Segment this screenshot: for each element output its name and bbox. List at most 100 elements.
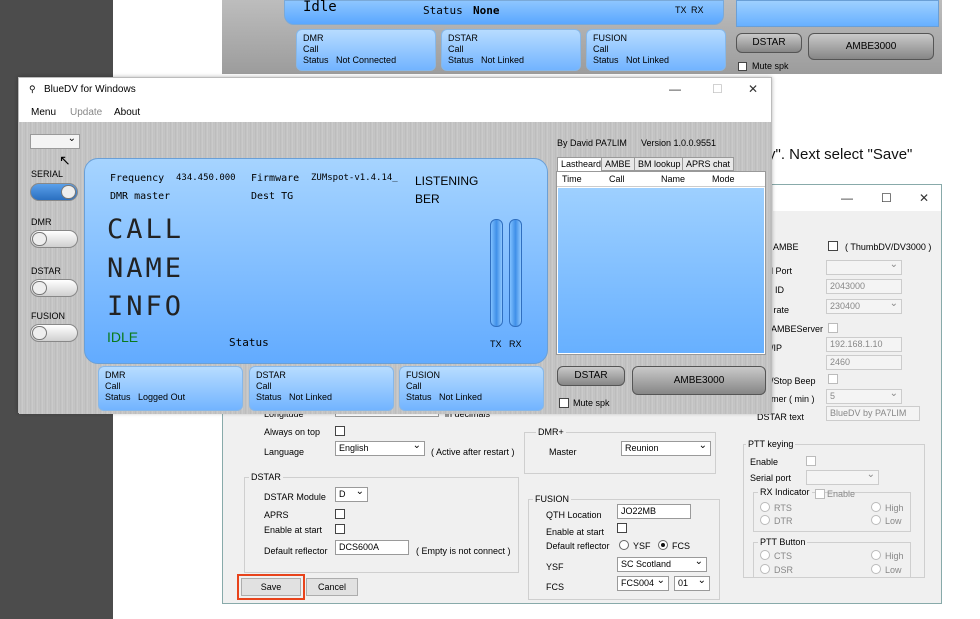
id-input[interactable]: 2043000 xyxy=(826,279,902,294)
serial-port-select[interactable] xyxy=(826,260,902,275)
fcs-radio-label: FCS xyxy=(672,541,690,551)
port-input[interactable]: 2460 xyxy=(826,355,902,370)
tab-bm-lookup[interactable]: BM lookup xyxy=(634,157,685,171)
ber-label: BER xyxy=(415,192,440,206)
ysf-select[interactable]: SC Scotland xyxy=(617,557,707,572)
cancel-button[interactable]: Cancel xyxy=(306,578,358,596)
close-icon[interactable]: ✕ xyxy=(919,191,929,205)
rx-meter xyxy=(509,219,522,327)
listening-label: LISTENING xyxy=(415,174,479,188)
ambeserver-checkbox[interactable] xyxy=(828,323,838,333)
bg-dmr-title: DMR xyxy=(303,33,324,43)
lastheard-grid: Time Call Name Mode xyxy=(556,171,766,355)
bg-fusion-panel: FUSION Call Status Not Linked xyxy=(586,29,726,71)
tab-ambe[interactable]: AMBE xyxy=(601,157,635,171)
name-display: NAME xyxy=(107,253,185,284)
high2-radio[interactable] xyxy=(871,550,881,560)
default-reflector-input[interactable]: DCS600A xyxy=(335,540,409,555)
document-instruction-text: y". Next select "Save" xyxy=(768,146,913,163)
close-icon[interactable]: ✕ xyxy=(748,82,758,96)
ip-label: /IP xyxy=(771,343,783,353)
dstar-module-select[interactable]: D xyxy=(335,487,368,502)
rx-enable-checkbox[interactable] xyxy=(815,489,825,499)
high-label: High xyxy=(885,503,904,513)
beep-checkbox[interactable] xyxy=(828,374,838,384)
serial-toggle[interactable] xyxy=(30,183,78,201)
dstar-enable-start-label: Enable at start xyxy=(264,525,323,535)
menu-item-about[interactable]: About xyxy=(114,107,140,118)
dstar-label: DSTAR xyxy=(31,266,61,276)
dtr-radio[interactable] xyxy=(760,515,770,525)
minimize-icon[interactable]: — xyxy=(841,191,853,205)
ysf-radio[interactable] xyxy=(619,540,629,550)
dstar-enable-start-checkbox[interactable] xyxy=(335,524,345,534)
minimize-icon[interactable]: — xyxy=(669,82,681,96)
dstar-panel-title: DSTAR xyxy=(256,370,286,380)
grid-header: Time Call Name Mode xyxy=(557,172,765,187)
dsr-radio[interactable] xyxy=(760,564,770,574)
maximize-icon[interactable]: ☐ xyxy=(881,191,892,205)
language-select[interactable]: English xyxy=(335,441,425,456)
fcs-number-select[interactable]: 01 xyxy=(674,576,710,591)
dstar-button[interactable]: DSTAR xyxy=(557,366,625,386)
reflector-note: ( Empty is not connect ) xyxy=(416,546,511,556)
dmr-toggle[interactable] xyxy=(30,230,78,248)
ptt-enable-checkbox[interactable] xyxy=(806,456,816,466)
col-call[interactable]: Call xyxy=(609,174,625,184)
bg-mute-checkbox[interactable] xyxy=(738,62,747,71)
dstar-text-input[interactable]: BlueDV by PA7LIM xyxy=(826,406,920,421)
bg-status-mode: Idle xyxy=(303,0,337,15)
save-button[interactable]: Save xyxy=(237,574,305,600)
low2-radio[interactable] xyxy=(871,564,881,574)
fusion-enable-start-checkbox[interactable] xyxy=(617,523,627,533)
ptt-serial-port-select[interactable] xyxy=(806,470,879,485)
rx-label: RX xyxy=(509,339,522,349)
tab-lastheard[interactable]: Lastheard xyxy=(557,157,606,172)
cts-label: CTS xyxy=(774,551,792,561)
menu-bar: Menu Update About xyxy=(19,102,771,122)
ambe3000-button[interactable]: AMBE3000 xyxy=(632,366,766,395)
ambe-checkbox[interactable] xyxy=(828,241,838,251)
fusion-panel-title: FUSION xyxy=(406,370,441,380)
col-name[interactable]: Name xyxy=(661,174,685,184)
mute-checkbox[interactable] xyxy=(559,398,569,408)
qth-label: QTH Location xyxy=(546,510,602,520)
ip-input[interactable]: 192.168.1.10 xyxy=(826,337,902,352)
high-radio[interactable] xyxy=(871,502,881,512)
firmware-label: Firmware xyxy=(251,173,300,184)
fcs-select[interactable]: FCS004 xyxy=(617,576,669,591)
tab-aprs-chat[interactable]: APRS chat xyxy=(682,157,735,171)
tx-label: TX xyxy=(490,339,502,349)
menu-item-update[interactable]: Update xyxy=(70,107,102,118)
bluedv-window: ⚲ BlueDV for Windows — ☐ ✕ Menu Update A… xyxy=(18,77,772,414)
fusion-toggle[interactable] xyxy=(30,324,78,342)
mode-select[interactable] xyxy=(30,134,80,149)
col-mode[interactable]: Mode xyxy=(712,174,735,184)
qth-input[interactable]: JO22MB xyxy=(617,504,691,519)
cts-radio[interactable] xyxy=(760,550,770,560)
master-select[interactable]: Reunion xyxy=(621,441,711,456)
rts-label: RTS xyxy=(774,503,792,513)
dstar-toggle[interactable] xyxy=(30,279,78,297)
ambe-hint: ( ThumbDV/DV3000 ) xyxy=(845,242,932,252)
menu-item-menu[interactable]: Menu xyxy=(31,107,56,118)
dmr-panel-status: Logged Out xyxy=(138,392,186,402)
fusion-default-reflector-label: Default reflector xyxy=(546,541,610,551)
idle-status: IDLE xyxy=(107,329,139,345)
always-on-top-checkbox[interactable] xyxy=(335,426,345,436)
tab-panel: Lastheard AMBE BM lookup APRS chat Time … xyxy=(556,157,768,410)
maximize-icon[interactable]: ☐ xyxy=(712,82,723,96)
low-label: Low xyxy=(885,516,902,526)
col-time[interactable]: Time xyxy=(562,174,582,184)
bg-dstar-button[interactable]: DSTAR xyxy=(736,33,802,53)
call-display: CALL xyxy=(107,214,185,245)
low-radio[interactable] xyxy=(871,515,881,525)
rts-radio[interactable] xyxy=(760,502,770,512)
tx-meter xyxy=(490,219,503,327)
bg-ambe-button[interactable]: AMBE3000 xyxy=(808,33,934,60)
aprs-checkbox[interactable] xyxy=(335,509,345,519)
aprs-label: APRS xyxy=(264,510,289,520)
timer-select[interactable]: 5 xyxy=(826,389,902,404)
baud-select[interactable]: 230400 xyxy=(826,299,902,314)
fcs-radio[interactable] xyxy=(658,540,668,550)
